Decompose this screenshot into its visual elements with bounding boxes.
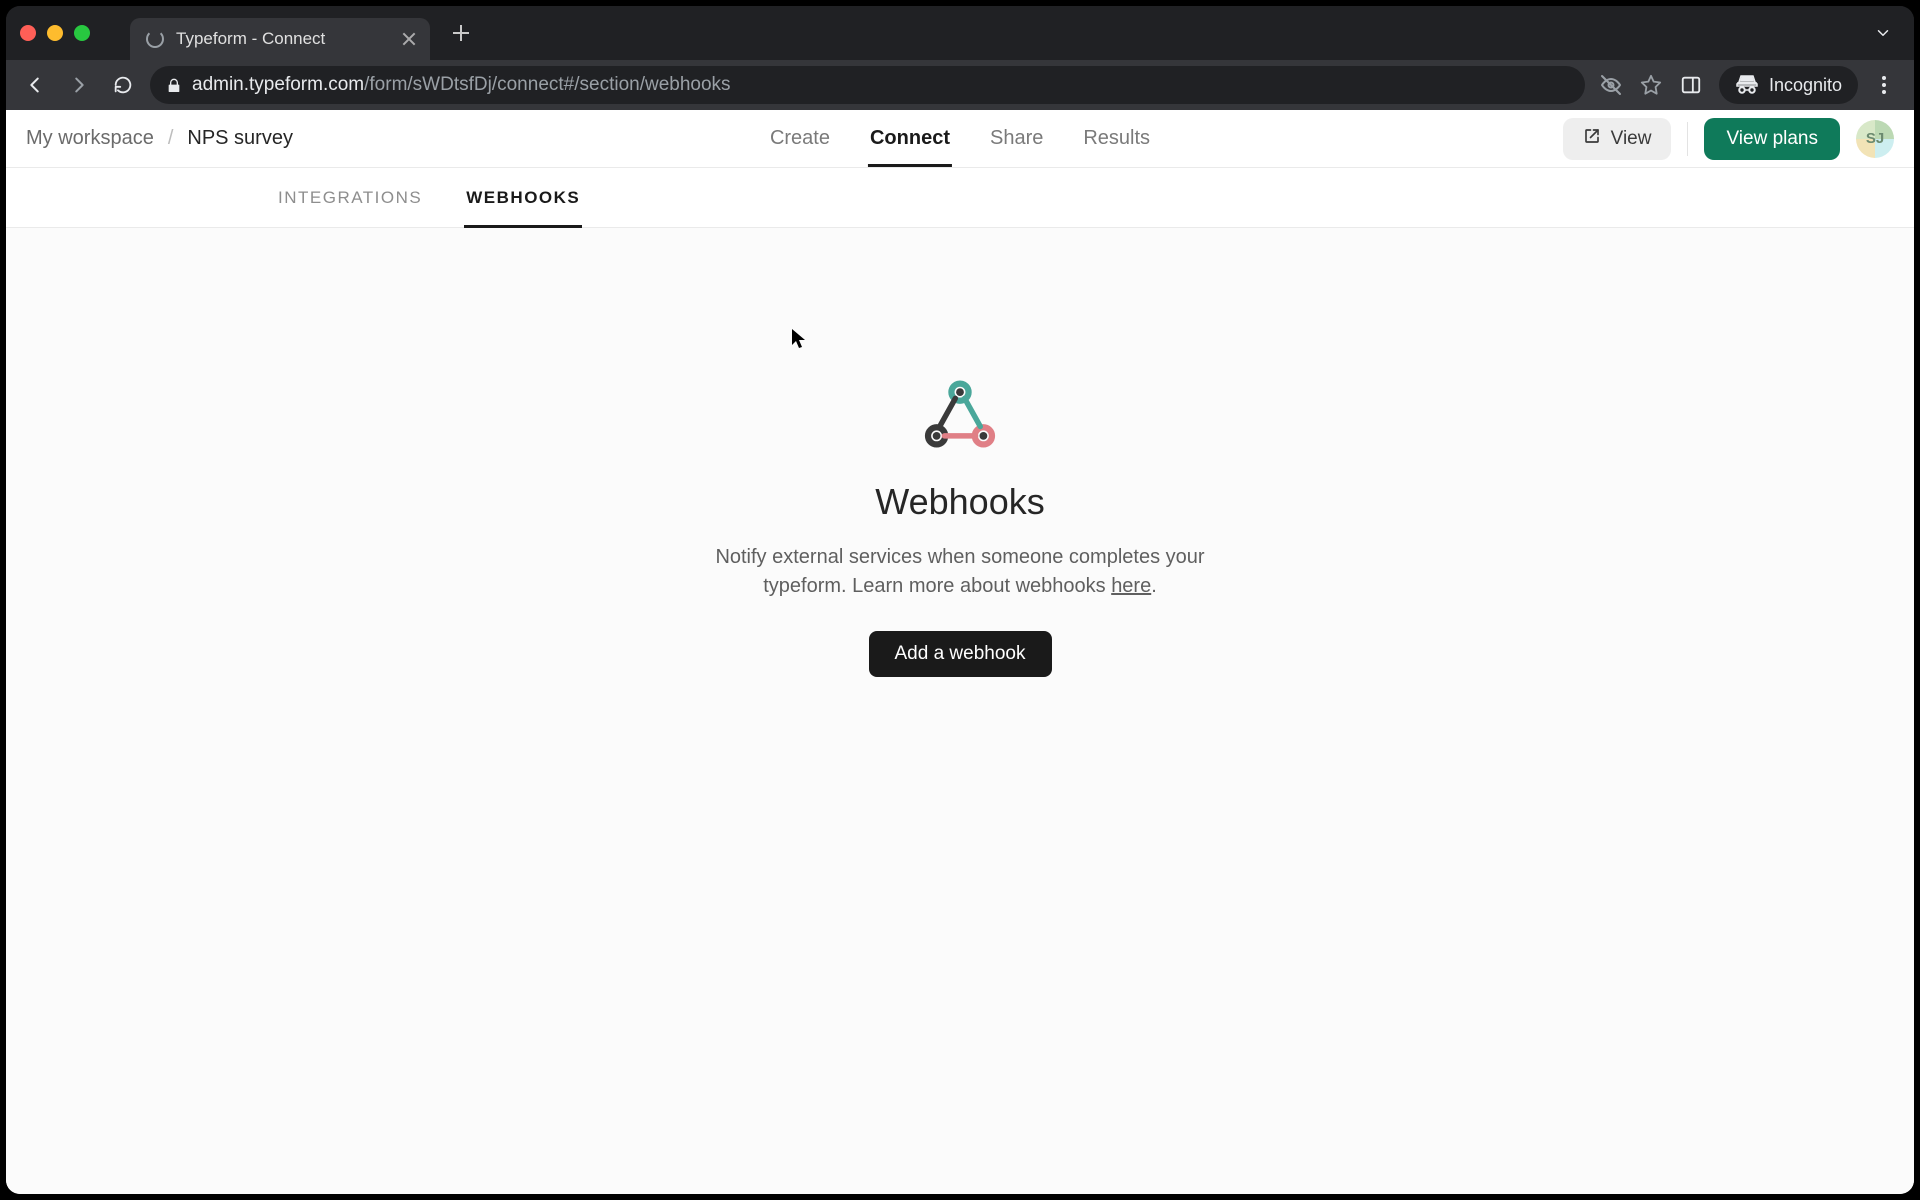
tab-title: Typeform - Connect xyxy=(176,29,390,49)
mouse-cursor-icon xyxy=(791,328,807,355)
webhook-icon xyxy=(921,378,999,455)
avatar[interactable]: SJ xyxy=(1856,120,1894,158)
form-name[interactable]: NPS survey xyxy=(187,127,293,150)
bookmark-star-icon[interactable] xyxy=(1639,73,1663,97)
window-controls xyxy=(20,25,90,41)
app-header: My workspace / NPS survey Create Connect… xyxy=(6,110,1914,168)
incognito-icon xyxy=(1735,71,1759,100)
divider xyxy=(1687,122,1688,156)
main-tabs: Create Connect Share Results xyxy=(768,111,1152,166)
minimize-window-icon[interactable] xyxy=(47,25,63,41)
learn-more-link[interactable]: here xyxy=(1111,575,1151,597)
browser-toolbar: admin.typeform.com/form/sWDtsfDj/connect… xyxy=(6,60,1914,110)
reload-button[interactable] xyxy=(106,68,140,102)
content-area: Webhooks Notify external services when s… xyxy=(6,228,1914,1194)
lock-icon xyxy=(166,77,180,93)
browser-window: Typeform - Connect admin.typeform.com/fo… xyxy=(6,6,1914,1194)
tab-share[interactable]: Share xyxy=(988,111,1045,166)
back-button[interactable] xyxy=(18,68,52,102)
add-webhook-button[interactable]: Add a webhook xyxy=(869,631,1052,677)
view-button[interactable]: View xyxy=(1563,118,1672,160)
tab-connect[interactable]: Connect xyxy=(868,111,952,166)
connect-sub-tabs: INTEGRATIONS WEBHOOKS xyxy=(6,168,1914,228)
forward-button[interactable] xyxy=(62,68,96,102)
panel-description: Notify external services when someone co… xyxy=(700,543,1220,601)
url-host: admin.typeform.com xyxy=(192,74,364,95)
url-bar[interactable]: admin.typeform.com/form/sWDtsfDj/connect… xyxy=(150,66,1585,104)
app: My workspace / NPS survey Create Connect… xyxy=(6,110,1914,1194)
titlebar: Typeform - Connect xyxy=(6,6,1914,60)
view-plans-button[interactable]: View plans xyxy=(1704,118,1840,160)
close-window-icon[interactable] xyxy=(20,25,36,41)
panel-title: Webhooks xyxy=(700,481,1220,523)
avatar-initials: SJ xyxy=(1866,130,1884,147)
panel-icon[interactable] xyxy=(1679,73,1703,97)
header-right: View View plans SJ xyxy=(1563,118,1894,160)
workspace-link[interactable]: My workspace xyxy=(26,127,154,150)
breadcrumb: My workspace / NPS survey xyxy=(26,127,293,150)
loading-spinner-icon xyxy=(146,30,164,48)
view-plans-label: View plans xyxy=(1726,128,1818,150)
subtab-webhooks[interactable]: WEBHOOKS xyxy=(464,169,582,227)
url-path: /form/sWDtsfDj/connect#/section/webhooks xyxy=(364,74,730,95)
tab-create[interactable]: Create xyxy=(768,111,832,166)
view-button-label: View xyxy=(1611,128,1652,150)
tab-results[interactable]: Results xyxy=(1081,111,1152,166)
toolbar-right: Incognito xyxy=(1595,66,1902,104)
new-tab-button[interactable] xyxy=(446,18,476,48)
panel-desc-post: . xyxy=(1151,575,1157,597)
fullscreen-window-icon[interactable] xyxy=(74,25,90,41)
tabs-dropdown-icon[interactable] xyxy=(1874,24,1892,47)
incognito-label: Incognito xyxy=(1769,75,1842,96)
url-text: admin.typeform.com/form/sWDtsfDj/connect… xyxy=(192,74,731,96)
subtab-integrations[interactable]: INTEGRATIONS xyxy=(276,169,424,227)
browser-tab[interactable]: Typeform - Connect xyxy=(130,18,430,60)
eye-off-icon[interactable] xyxy=(1599,73,1623,97)
incognito-indicator[interactable]: Incognito xyxy=(1719,66,1858,104)
browser-menu-icon[interactable] xyxy=(1874,75,1894,95)
breadcrumb-separator: / xyxy=(168,127,174,150)
add-webhook-label: Add a webhook xyxy=(895,643,1026,665)
close-tab-icon[interactable] xyxy=(402,32,416,46)
external-link-icon xyxy=(1583,127,1601,151)
webhooks-empty-state: Webhooks Notify external services when s… xyxy=(700,378,1220,677)
